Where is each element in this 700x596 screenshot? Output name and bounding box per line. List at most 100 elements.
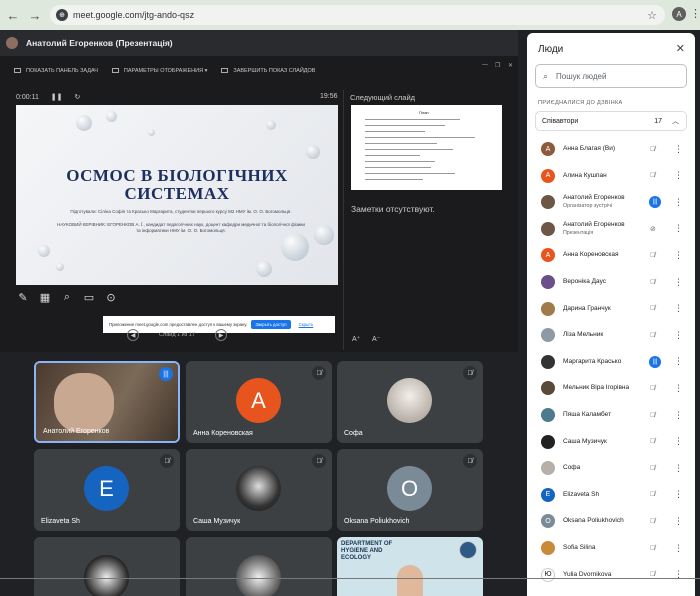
participant-role: Презентація [563,229,594,236]
address-bar[interactable]: ⊕ meet.google.com/jtg-ando-qsz ☆ [50,5,665,25]
close-window-icon[interactable]: ✕ [508,62,513,69]
text-line [365,137,475,138]
mic-off-icon[interactable]: 🎙̸ [650,412,655,419]
next-slide-icon[interactable]: ▶ [215,329,227,341]
minimize-icon[interactable]: — [482,62,488,68]
more-options-icon[interactable]: ⊙ [104,290,118,304]
participant-row[interactable]: Ю Yulia Dvornikova 🎙̸ ⋮ [535,562,691,588]
elapsed-time: 0:00:11 [16,94,39,101]
more-options-icon[interactable]: ⋮ [674,197,683,208]
close-icon[interactable]: ✕ [676,42,685,55]
participant-row[interactable]: A Анна Кореновская 🎙̸ ⋮ [535,242,691,268]
more-options-icon[interactable]: ⋮ [674,410,683,421]
participant-row[interactable]: Софа 🎙̸ ⋮ [535,455,691,481]
more-options-icon[interactable]: ⋮ [674,383,683,394]
video-tile[interactable]: 🎙̸ E Elizaveta Sh [34,449,180,531]
presenter-name: Анатолий Егоренков (Презентація) [26,38,173,48]
mic-off-icon[interactable]: 🎙̸ [650,332,655,339]
more-options-icon[interactable]: ⋮ [674,489,683,500]
pen-icon[interactable]: ✎ [16,290,30,304]
speaking-indicator-icon[interactable]: ||| [649,355,661,368]
bookmark-star-icon[interactable]: ☆ [647,9,657,22]
forward-icon[interactable]: → [26,6,44,24]
mic-off-icon[interactable]: 🎙̸ [650,252,655,259]
display-settings-button[interactable]: ПАРАМЕТРЫ ОТОБРАЖЕНИЯ ▾ [111,68,207,74]
search-icon: ⌕ [543,70,549,81]
stop-sharing-button[interactable]: Закрыть доступ [251,320,291,329]
video-tile[interactable]: ||| Анатолий Егоренков [34,361,180,443]
more-options-icon[interactable]: ⋮ [674,303,683,314]
participant-name-block: Ліза Мельник [563,331,603,339]
more-options-icon[interactable]: ⋮ [674,250,683,261]
mic-off-icon[interactable]: 🎙̸ [650,491,655,498]
more-options-icon[interactable]: ⋮ [674,436,683,447]
participant-name: Анна Благая (Ви) [563,145,615,152]
video-tile[interactable]: DEPARTMENT OF HYGIENE AND ECOLOGY [337,537,483,596]
mic-off-icon[interactable]: 🎙̸ [650,279,655,286]
mic-off-icon[interactable]: 🎙̸ [650,438,655,445]
participant-row[interactable]: A Алина Кушпан 🎙̸ ⋮ [535,163,691,189]
participant-row[interactable]: Sofia Silina 🎙̸ ⋮ [535,535,691,561]
mic-off-icon[interactable]: 🎙̸ [650,385,655,392]
audio-off-icon[interactable]: ⊘ [650,225,656,233]
participant-row[interactable]: Ліза Мельник 🎙̸ ⋮ [535,322,691,348]
people-search-input[interactable]: ⌕ Пошук людей [535,64,687,88]
video-tile[interactable]: 🎙̸ O Oksana Poliukhovich [337,449,483,531]
video-tile[interactable]: 🎙̸ Софа [337,361,483,443]
slide-title: ОСМОС В БІОЛОГІЧНИХ СИСТЕМАХ [66,166,288,203]
more-options-icon[interactable]: ⋮ [674,330,683,341]
video-tile[interactable]: 🎙̸ Саша Музичук [186,449,332,531]
show-taskbar-button[interactable]: ПОКАЗАТЬ ПАНЕЛЬ ЗАДАЧ [14,68,98,74]
chevron-up-icon[interactable]: ︿ [672,116,679,126]
video-tile[interactable]: 🎙̸ A Анна Кореновская [186,361,332,443]
contributors-group[interactable]: Співавтори 17 ︿ [535,111,687,131]
site-info-icon[interactable]: ⊕ [56,9,68,21]
more-options-icon[interactable]: ⋮ [674,543,683,554]
zoom-icon[interactable]: ⌕ [60,290,74,304]
participant-row[interactable]: E Elizaveta Sh 🎙̸ ⋮ [535,482,691,508]
more-options-icon[interactable]: ⋮ [674,277,683,288]
participant-row[interactable]: Вероніка Даус 🎙̸ ⋮ [535,269,691,295]
video-tile[interactable] [186,537,332,596]
pause-icon[interactable]: ❚❚ [51,94,63,101]
participant-row[interactable]: O Oksana Poliukhovich 🎙̸ ⋮ [535,508,691,534]
participant-row[interactable]: Пяша Каламбет 🎙̸ ⋮ [535,402,691,428]
hide-notice-link[interactable]: Скрыть [299,322,314,327]
mic-off-icon[interactable]: 🎙̸ [650,465,655,472]
elapsed-timer: 0:00:11 ❚❚ ↻ [16,93,80,101]
participant-row[interactable]: Саша Музичук 🎙̸ ⋮ [535,429,691,455]
participant-row[interactable]: A Анна Благая (Ви) 🎙̸ ⋮ [535,136,691,162]
current-slide: ОСМОС В БІОЛОГІЧНИХ СИСТЕМАХ Підготували… [16,105,338,285]
participant-row[interactable]: Маргарита Красько ||| ⋮ [535,349,691,375]
participant-name: Алина Кушпан [563,171,607,179]
more-options-icon[interactable]: ⋮ [674,170,683,181]
mic-off-icon[interactable]: 🎙̸ [650,172,655,179]
restart-icon[interactable]: ↻ [74,94,80,101]
previous-slide-icon[interactable]: ◀ [127,329,139,341]
speaking-indicator-icon[interactable]: ||| [649,196,661,209]
participant-row[interactable]: Анатолий Егоренков Організатор зустрічі ||… [535,189,691,215]
browser-menu-icon[interactable]: ⋮ [690,7,700,20]
mic-off-icon[interactable]: 🎙̸ [650,545,655,552]
back-icon[interactable]: ← [4,6,22,24]
increase-font-icon[interactable]: A⁺ [352,336,360,343]
mic-off-icon[interactable]: 🎙̸ [650,305,655,312]
participant-row[interactable]: Анатолий Егоренков Презентація ⊘ ⋮ [535,216,691,242]
end-slideshow-button[interactable]: ЗАВЕРШИТЬ ПОКАЗ СЛАЙДОВ [221,68,315,74]
participant-name-block: Софа [563,464,580,472]
mic-off-icon[interactable]: 🎙̸ [650,518,655,525]
more-options-icon[interactable]: ⋮ [674,144,683,155]
video-tile[interactable] [34,537,180,596]
more-options-icon[interactable]: ⋮ [674,223,683,234]
participant-row[interactable]: Мельник Віра Ігорівна 🎙̸ ⋮ [535,375,691,401]
profile-avatar[interactable]: A [672,7,686,21]
participant-row[interactable]: Дарина Гранчук 🎙̸ ⋮ [535,296,691,322]
more-options-icon[interactable]: ⋮ [674,463,683,474]
all-slides-icon[interactable]: ▦ [38,290,52,304]
camera-icon[interactable]: ▭ [82,290,96,304]
mic-off-icon[interactable]: 🎙̸ [650,146,655,153]
more-options-icon[interactable]: ⋮ [674,356,683,367]
decrease-font-icon[interactable]: A⁻ [372,336,380,343]
restore-icon[interactable]: ❐ [495,62,500,69]
more-options-icon[interactable]: ⋮ [674,516,683,527]
